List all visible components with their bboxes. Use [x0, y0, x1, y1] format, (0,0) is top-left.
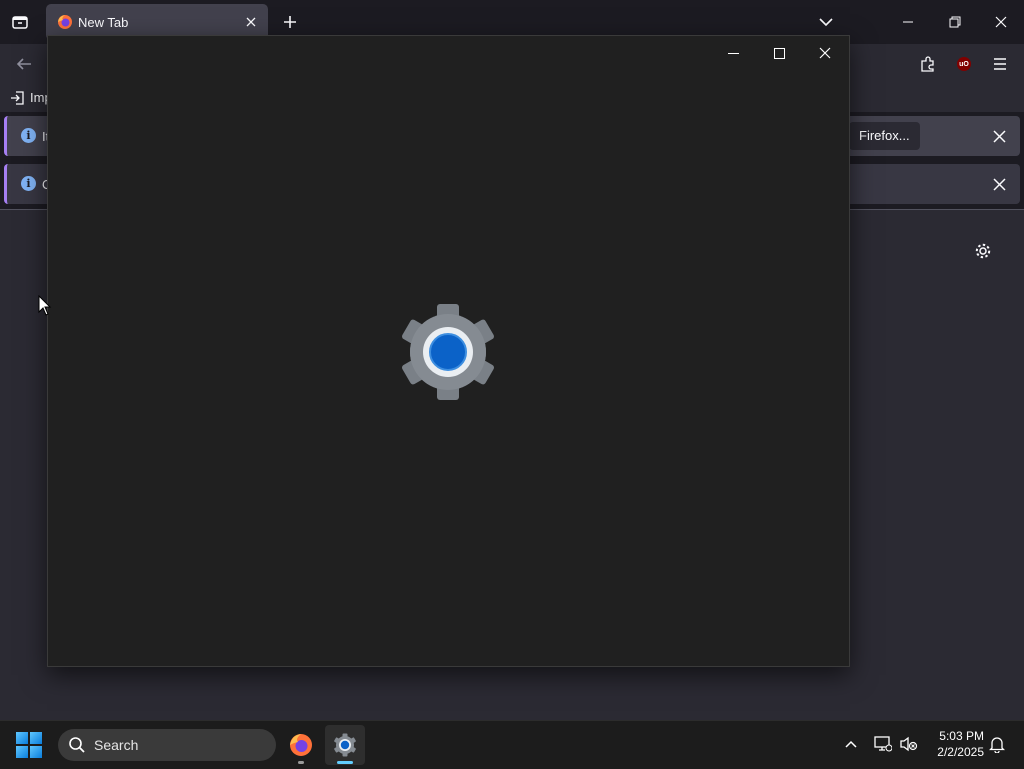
- back-button[interactable]: [10, 52, 38, 76]
- puzzle-icon: [921, 56, 934, 72]
- ublock-origin-button[interactable]: uO: [950, 52, 978, 76]
- search-label: Search: [94, 737, 139, 753]
- network-icon: [874, 736, 892, 752]
- close-icon: [819, 47, 831, 59]
- bell-icon: [989, 737, 1005, 753]
- browser-minimize-button[interactable]: [893, 8, 923, 36]
- volume-muted-icon: [900, 736, 918, 752]
- settings-gear-icon: [402, 304, 494, 400]
- windows-logo-icon: [16, 732, 28, 744]
- extensions-button[interactable]: [914, 52, 942, 76]
- minimize-icon: [903, 21, 913, 23]
- clock-date: 2/2/2025: [937, 745, 984, 759]
- browser-restore-button[interactable]: [940, 8, 970, 36]
- taskbar-firefox-button[interactable]: [281, 725, 321, 765]
- clock[interactable]: 5:03 PM 2/2/2025: [920, 728, 984, 760]
- import-icon: [11, 90, 24, 105]
- gear-icon: [975, 243, 991, 259]
- app-menu-button[interactable]: [986, 52, 1014, 76]
- close-icon: [246, 17, 256, 27]
- ublock-origin-icon: uO: [957, 57, 971, 71]
- restore-icon: [949, 16, 961, 28]
- list-all-tabs-button[interactable]: [814, 10, 838, 34]
- notification-action-button[interactable]: Firefox...: [849, 122, 920, 150]
- mouse-cursor-icon: [38, 295, 52, 316]
- plus-icon: [284, 16, 296, 28]
- settings-splash-window: [47, 35, 850, 667]
- splash-minimize-button[interactable]: [716, 42, 750, 64]
- firefox-icon: [58, 15, 72, 29]
- chevron-up-icon: [845, 740, 857, 748]
- taskbar-search-box[interactable]: Search: [58, 729, 276, 761]
- app-active-indicator: [337, 761, 353, 764]
- clock-time: 5:03 PM: [939, 729, 984, 743]
- browser-close-button[interactable]: [986, 8, 1016, 36]
- splash-maximize-button[interactable]: [762, 42, 796, 64]
- taskbar-settings-button[interactable]: [325, 725, 365, 765]
- notification-close-button[interactable]: [990, 175, 1008, 193]
- import-bookmarks-button[interactable]: Imp: [10, 90, 52, 105]
- firefox-view-icon: [12, 16, 28, 29]
- app-running-indicator: [298, 761, 304, 764]
- info-icon: i: [21, 128, 36, 143]
- close-icon: [995, 16, 1007, 28]
- taskbar: Search 5:03 PM 2/2/2025: [0, 720, 1024, 769]
- chevron-down-icon: [819, 18, 833, 27]
- hamburger-menu-icon: [994, 58, 1006, 70]
- volume-button[interactable]: [898, 733, 920, 755]
- tab-title: New Tab: [78, 15, 129, 30]
- notification-close-button[interactable]: [990, 127, 1008, 145]
- new-tab-button[interactable]: [278, 10, 302, 34]
- splash-close-button[interactable]: [808, 42, 842, 64]
- network-button[interactable]: [872, 733, 894, 755]
- close-icon: [992, 129, 1006, 143]
- tab-close-button[interactable]: [242, 13, 260, 31]
- maximize-icon: [773, 47, 785, 59]
- info-icon: i: [21, 176, 36, 191]
- search-icon: [69, 737, 85, 753]
- show-hidden-icons-button[interactable]: [840, 733, 862, 755]
- firefox-view-button[interactable]: [6, 8, 34, 36]
- notifications-button[interactable]: [986, 733, 1008, 755]
- close-icon: [992, 177, 1006, 191]
- arrow-left-icon: [16, 58, 31, 70]
- minimize-icon: [727, 52, 739, 54]
- start-button[interactable]: [16, 732, 42, 758]
- settings-gear-icon: [334, 733, 356, 757]
- new-tab-settings-button[interactable]: [972, 240, 994, 262]
- firefox-icon: [290, 734, 312, 756]
